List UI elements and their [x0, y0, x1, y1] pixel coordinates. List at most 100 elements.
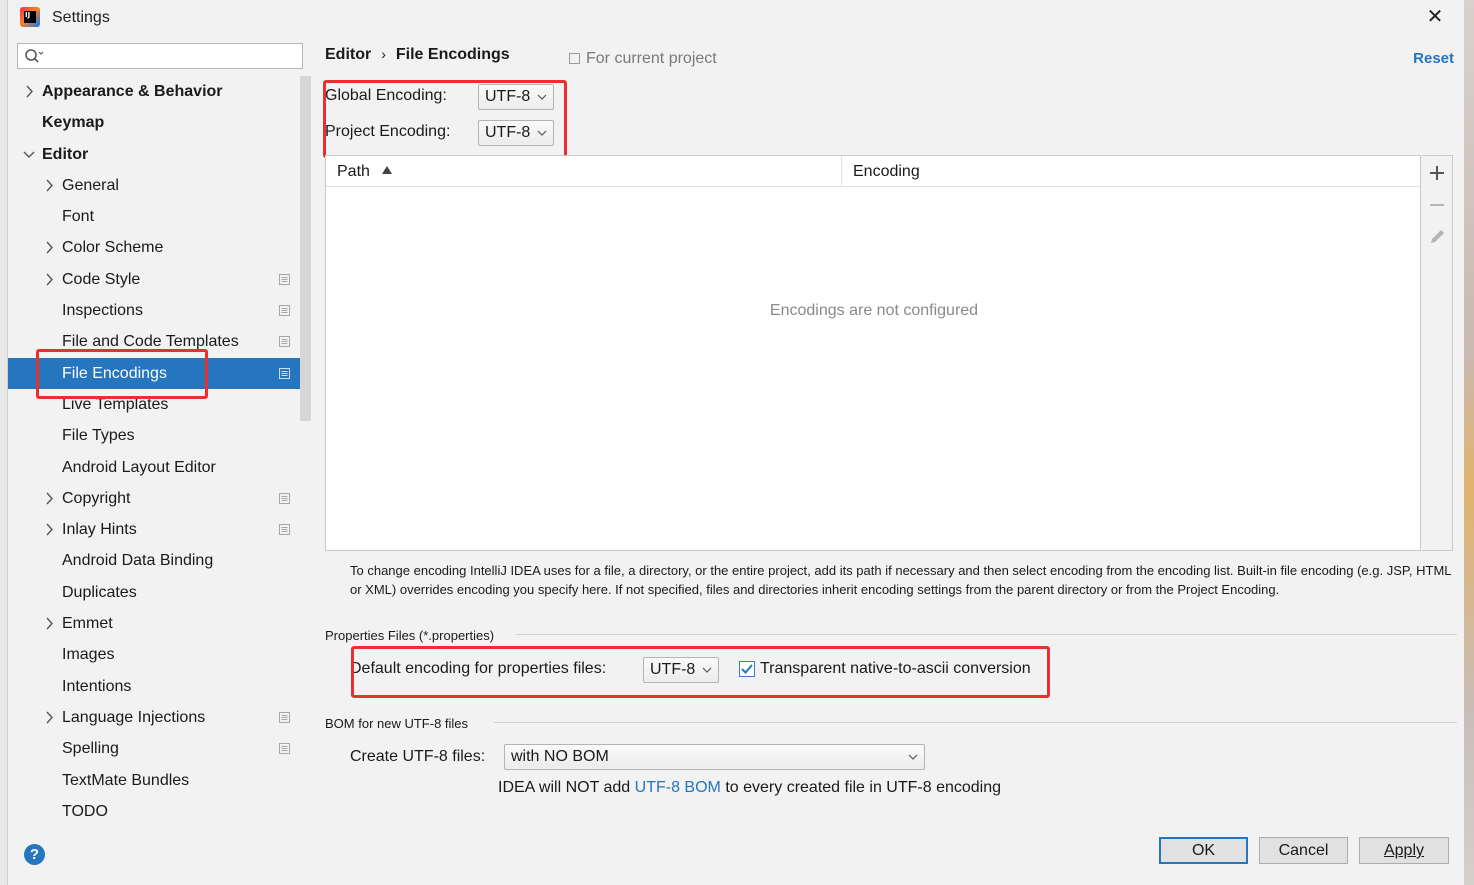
encoding-help-text: To change encoding IntelliJ IDEA uses fo… [350, 563, 1452, 597]
sidebar-item-editor[interactable]: Editor [8, 139, 311, 170]
create-utf8-label: Create UTF-8 files: [350, 748, 486, 765]
sidebar-item-label: Inlay Hints [62, 521, 137, 539]
create-utf8-select[interactable]: with NO BOM [504, 744, 925, 770]
ok-button[interactable]: OK [1159, 837, 1248, 864]
chevron-right-icon[interactable] [42, 170, 56, 201]
sidebar-item-duplicates[interactable]: Duplicates [8, 577, 311, 608]
sidebar-item-label: Android Layout Editor [62, 458, 216, 476]
sidebar-item-images[interactable]: Images [8, 639, 311, 670]
search-icon [25, 49, 44, 63]
settings-content: Editor › File Encodings For current projec… [311, 36, 1464, 825]
sidebar-item-label: General [62, 176, 119, 194]
sidebar-item-label: TODO [62, 802, 108, 820]
chevron-right-icon[interactable] [22, 76, 36, 107]
window-title: Settings [52, 9, 110, 26]
sidebar-scrollbar[interactable] [300, 76, 311, 421]
properties-group-divider [516, 634, 1457, 635]
sidebar-item-language-injections[interactable]: Language Injections [8, 702, 311, 733]
sidebar-item-live-templates[interactable]: Live Templates [8, 389, 311, 420]
utf8-bom-link[interactable]: UTF-8 BOM [635, 779, 721, 796]
sidebar-item-emmet[interactable]: Emmet [8, 608, 311, 639]
reset-link[interactable]: Reset [1413, 50, 1454, 67]
native-to-ascii-checkbox[interactable] [739, 661, 755, 677]
chevron-right-icon[interactable] [42, 608, 56, 639]
sidebar-item-android-data-binding[interactable]: Android Data Binding [8, 545, 311, 576]
dialog-footer: ? OK Cancel Apply [8, 825, 1464, 885]
sidebar-item-label: TextMate Bundles [62, 771, 190, 789]
chevron-right-icon[interactable] [42, 702, 56, 733]
bom-group-divider [494, 722, 1457, 723]
bom-note: IDEA will NOT add UTF-8 BOM to every cre… [498, 779, 1001, 797]
sidebar-item-inspections[interactable]: Inspections [8, 295, 311, 326]
background-window-edge [0, 0, 8, 885]
intellij-logo-icon: IJ [20, 7, 40, 27]
global-encoding-value: UTF-8 [485, 88, 531, 105]
breadcrumb: Editor › File Encodings [325, 46, 510, 64]
sidebar-item-label: Editor [42, 145, 89, 163]
sidebar-item-color-scheme[interactable]: Color Scheme [8, 232, 311, 263]
sidebar-item-todo[interactable]: TODO [8, 796, 311, 827]
encodings-table[interactable]: Path Encoding Encodings are not configur… [325, 155, 1421, 551]
sidebar-item-label: Intentions [62, 677, 132, 695]
sidebar-item-textmate-bundles[interactable]: TextMate Bundles [8, 765, 311, 796]
properties-encoding-value: UTF-8 [650, 661, 696, 678]
settings-window: IJ Settings ✕ Appearance & Behavior Keyma… [8, 0, 1464, 885]
sidebar-item-code-style[interactable]: Code Style [8, 264, 311, 295]
remove-icon[interactable] [1426, 194, 1448, 216]
sidebar-item-label: Keymap [42, 114, 105, 132]
cancel-button[interactable]: Cancel [1259, 837, 1348, 864]
close-icon[interactable]: ✕ [1424, 6, 1446, 28]
chevron-right-icon[interactable] [42, 232, 56, 263]
sidebar-item-general[interactable]: General [8, 170, 311, 201]
sidebar-item-label: Duplicates [62, 583, 137, 601]
sidebar-item-label: File Types [62, 427, 135, 445]
add-icon[interactable] [1426, 162, 1448, 184]
bom-group-title: BOM for new UTF-8 files [325, 716, 469, 731]
project-encoding-label: Project Encoding: [325, 123, 451, 140]
chevron-down-icon [537, 94, 547, 100]
chevron-down-icon [537, 130, 547, 136]
sidebar-item-intentions[interactable]: Intentions [8, 671, 311, 702]
sidebar-item-file-types[interactable]: File Types [8, 420, 311, 451]
apply-button-label: Apply [1383, 842, 1425, 859]
sidebar-item-font[interactable]: Font [8, 201, 311, 232]
native-to-ascii-label[interactable]: Transparent native-to-ascii conversion [760, 660, 1031, 678]
search-input[interactable] [17, 43, 303, 69]
sidebar-item-android-layout-editor[interactable]: Android Layout Editor [8, 452, 311, 483]
project-scope-icon [279, 305, 290, 317]
sidebar-item-label: Color Scheme [62, 239, 164, 257]
sidebar-item-copyright[interactable]: Copyright [8, 483, 311, 514]
project-scope-icon [279, 524, 290, 536]
scope-indicator: For current project [569, 50, 717, 68]
breadcrumb-separator: › [381, 46, 386, 62]
column-header-encoding[interactable]: Encoding [842, 156, 1420, 187]
sidebar-item-inlay-hints[interactable]: Inlay Hints [8, 514, 311, 545]
chevron-down-icon [702, 667, 712, 673]
create-utf8-value: with NO BOM [511, 748, 609, 765]
apply-button[interactable]: Apply [1359, 837, 1449, 864]
chevron-right-icon[interactable] [42, 264, 56, 295]
column-header-path[interactable]: Path [326, 156, 842, 187]
edit-pencil-icon[interactable] [1426, 226, 1448, 248]
sidebar-item-file-encodings[interactable]: File Encodings [8, 357, 311, 389]
column-header-path-label: Path [337, 163, 370, 180]
table-toolbar [1422, 155, 1453, 551]
settings-tree: Appearance & Behavior Keymap Editor General… [8, 76, 311, 827]
chevron-down-icon[interactable] [22, 139, 36, 170]
sidebar-item-label: Inspections [62, 302, 143, 320]
project-scope-icon [569, 53, 580, 64]
sidebar-item-label: File and Code Templates [62, 333, 239, 351]
global-encoding-select[interactable]: UTF-8 [478, 84, 554, 110]
project-scope-icon [279, 711, 290, 723]
chevron-right-icon[interactable] [42, 514, 56, 545]
properties-encoding-select[interactable]: UTF-8 [643, 657, 719, 683]
sidebar-item-file-and-code-templates[interactable]: File and Code Templates [8, 326, 311, 357]
sidebar-item-spelling[interactable]: Spelling [8, 733, 311, 764]
sidebar-item-appearance-behavior[interactable]: Appearance & Behavior [8, 76, 311, 107]
chevron-right-icon[interactable] [42, 483, 56, 514]
sort-ascending-icon [382, 166, 393, 174]
project-encoding-select[interactable]: UTF-8 [478, 120, 554, 146]
sidebar-item-keymap[interactable]: Keymap [8, 107, 311, 138]
help-icon[interactable]: ? [24, 844, 45, 865]
breadcrumb-parent[interactable]: Editor [325, 46, 371, 63]
